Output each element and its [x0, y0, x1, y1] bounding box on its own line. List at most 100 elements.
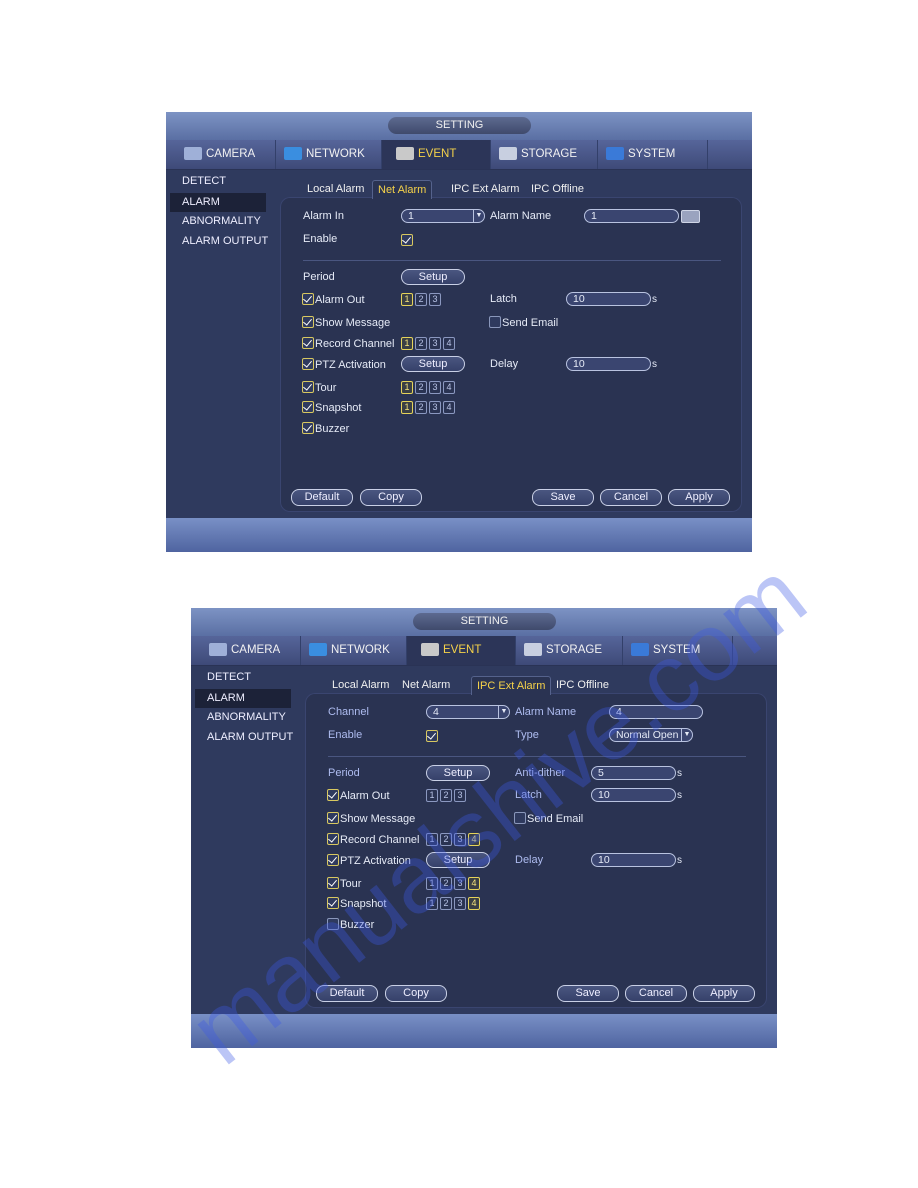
checkbox-show-message[interactable]: Show Message — [327, 812, 415, 825]
sidebar-item-abnormality[interactable]: ABNORMALITY — [207, 711, 286, 723]
checkbox[interactable] — [514, 812, 526, 824]
latch-input[interactable]: 10 — [566, 292, 651, 306]
channel-3-toggle[interactable]: 3 — [429, 401, 441, 414]
channel-3-toggle[interactable]: 3 — [429, 381, 441, 394]
type-select[interactable]: Normal Open ▼ — [609, 728, 693, 742]
checkbox-tour[interactable]: Tour — [327, 877, 361, 890]
checkbox-record-channel[interactable]: Record Channel — [327, 833, 420, 846]
cancel-button[interactable]: Cancel — [600, 489, 662, 506]
sidebar-item-alarm-output[interactable]: ALARM OUTPUT — [207, 731, 293, 743]
checkbox-send-email[interactable]: Send Email — [514, 812, 583, 825]
checkbox[interactable] — [302, 358, 314, 370]
checkbox-tour[interactable]: Tour — [302, 381, 336, 394]
channel-1-toggle[interactable]: 1 — [426, 877, 438, 890]
delay-input[interactable]: 10 — [566, 357, 651, 371]
checkbox[interactable] — [302, 337, 314, 349]
subtab-ipc-offline[interactable]: IPC Offline — [526, 180, 589, 198]
subtab-net-alarm[interactable]: Net Alarm — [372, 180, 433, 199]
tab-camera[interactable]: CAMERA — [176, 140, 276, 169]
checkbox-record-channel[interactable]: Record Channel — [302, 337, 395, 350]
alarm-name-input[interactable]: 4 — [609, 705, 703, 719]
channel-2-toggle[interactable]: 2 — [440, 833, 452, 846]
apply-button[interactable]: Apply — [668, 489, 730, 506]
chevron-down-icon[interactable]: ▼ — [681, 729, 692, 741]
tab-storage[interactable]: STORAGE — [516, 636, 623, 665]
channel-2-toggle[interactable]: 2 — [440, 789, 452, 802]
period-setup-button[interactable]: Setup — [426, 765, 490, 781]
period-setup-button[interactable]: Setup — [401, 269, 465, 285]
channel-4-toggle[interactable]: 4 — [468, 877, 480, 890]
checkbox-ptz-activation[interactable]: PTZ Activation — [302, 358, 386, 371]
tab-network[interactable]: NETWORK — [276, 140, 382, 169]
keyboard-icon[interactable] — [681, 210, 700, 223]
channel-1-toggle[interactable]: 1 — [401, 401, 413, 414]
chevron-down-icon[interactable]: ▼ — [473, 210, 484, 222]
checkbox[interactable] — [302, 293, 314, 305]
tab-event[interactable]: EVENT — [382, 140, 491, 169]
channel-3-toggle[interactable]: 3 — [429, 337, 441, 350]
default-button[interactable]: Default — [316, 985, 378, 1002]
checkbox-buzzer[interactable]: Buzzer — [302, 422, 349, 435]
default-button[interactable]: Default — [291, 489, 353, 506]
channel-1-toggle[interactable]: 1 — [426, 833, 438, 846]
sidebar-item-detect[interactable]: DETECT — [182, 175, 226, 187]
checkbox[interactable] — [327, 812, 339, 824]
checkbox-alarm-out[interactable]: Alarm Out — [327, 789, 390, 802]
cancel-button[interactable]: Cancel — [625, 985, 687, 1002]
channel-1-toggle[interactable]: 1 — [401, 337, 413, 350]
sidebar-item-abnormality[interactable]: ABNORMALITY — [182, 215, 261, 227]
alarm-in-select[interactable]: 1 ▼ — [401, 209, 485, 223]
checkbox[interactable] — [327, 833, 339, 845]
channel-2-toggle[interactable]: 2 — [415, 293, 427, 306]
checkbox[interactable] — [489, 316, 501, 328]
channel-1-toggle[interactable]: 1 — [401, 381, 413, 394]
channel-4-toggle[interactable]: 4 — [468, 833, 480, 846]
ptz-activation-setup-button[interactable]: Setup — [401, 356, 465, 372]
tab-camera[interactable]: CAMERA — [201, 636, 301, 665]
sidebar-item-alarm[interactable]: ALARM — [170, 193, 266, 212]
checkbox[interactable] — [327, 789, 339, 801]
checkbox[interactable] — [327, 918, 339, 930]
checkbox[interactable] — [302, 422, 314, 434]
channel-2-toggle[interactable]: 2 — [415, 337, 427, 350]
subtab-ipc-offline[interactable]: IPC Offline — [551, 676, 614, 694]
checkbox[interactable] — [327, 854, 339, 866]
checkbox-snapshot[interactable]: Snapshot — [302, 401, 361, 414]
delay-input[interactable]: 10 — [591, 853, 676, 867]
channel-3-toggle[interactable]: 3 — [454, 789, 466, 802]
checkbox-show-message[interactable]: Show Message — [302, 316, 390, 329]
tab-system[interactable]: SYSTEM — [598, 140, 708, 169]
tab-network[interactable]: NETWORK — [301, 636, 407, 665]
sidebar-item-detect[interactable]: DETECT — [207, 671, 251, 683]
channel-2-toggle[interactable]: 2 — [440, 897, 452, 910]
channel-4-toggle[interactable]: 4 — [443, 401, 455, 414]
checkbox-ptz-activation[interactable]: PTZ Activation — [327, 854, 411, 867]
checkbox-alarm-out[interactable]: Alarm Out — [302, 293, 365, 306]
channel-2-toggle[interactable]: 2 — [440, 877, 452, 890]
checkbox[interactable] — [327, 897, 339, 909]
checkbox[interactable] — [302, 316, 314, 328]
checkbox-buzzer[interactable]: Buzzer — [327, 918, 374, 931]
tab-system[interactable]: SYSTEM — [623, 636, 733, 665]
alarm-name-input[interactable]: 1 — [584, 209, 679, 223]
channel-4-toggle[interactable]: 4 — [468, 897, 480, 910]
channel-1-toggle[interactable]: 1 — [401, 293, 413, 306]
channel-1-toggle[interactable]: 1 — [426, 789, 438, 802]
ptz-activation-setup-button[interactable]: Setup — [426, 852, 490, 868]
save-button[interactable]: Save — [532, 489, 594, 506]
tab-storage[interactable]: STORAGE — [491, 140, 598, 169]
channel-select[interactable]: 4 ▼ — [426, 705, 510, 719]
channel-3-toggle[interactable]: 3 — [429, 293, 441, 306]
channel-3-toggle[interactable]: 3 — [454, 877, 466, 890]
apply-button[interactable]: Apply — [693, 985, 755, 1002]
checkbox-snapshot[interactable]: Snapshot — [327, 897, 386, 910]
subtab-ipc-ext-alarm[interactable]: IPC Ext Alarm — [471, 676, 552, 695]
copy-button[interactable]: Copy — [360, 489, 422, 506]
subtab-local-alarm[interactable]: Local Alarm — [327, 676, 394, 694]
checkbox[interactable] — [302, 401, 314, 413]
anti-dither-input[interactable]: 5 — [591, 766, 676, 780]
checkbox[interactable] — [327, 877, 339, 889]
copy-button[interactable]: Copy — [385, 985, 447, 1002]
channel-3-toggle[interactable]: 3 — [454, 833, 466, 846]
channel-2-toggle[interactable]: 2 — [415, 381, 427, 394]
